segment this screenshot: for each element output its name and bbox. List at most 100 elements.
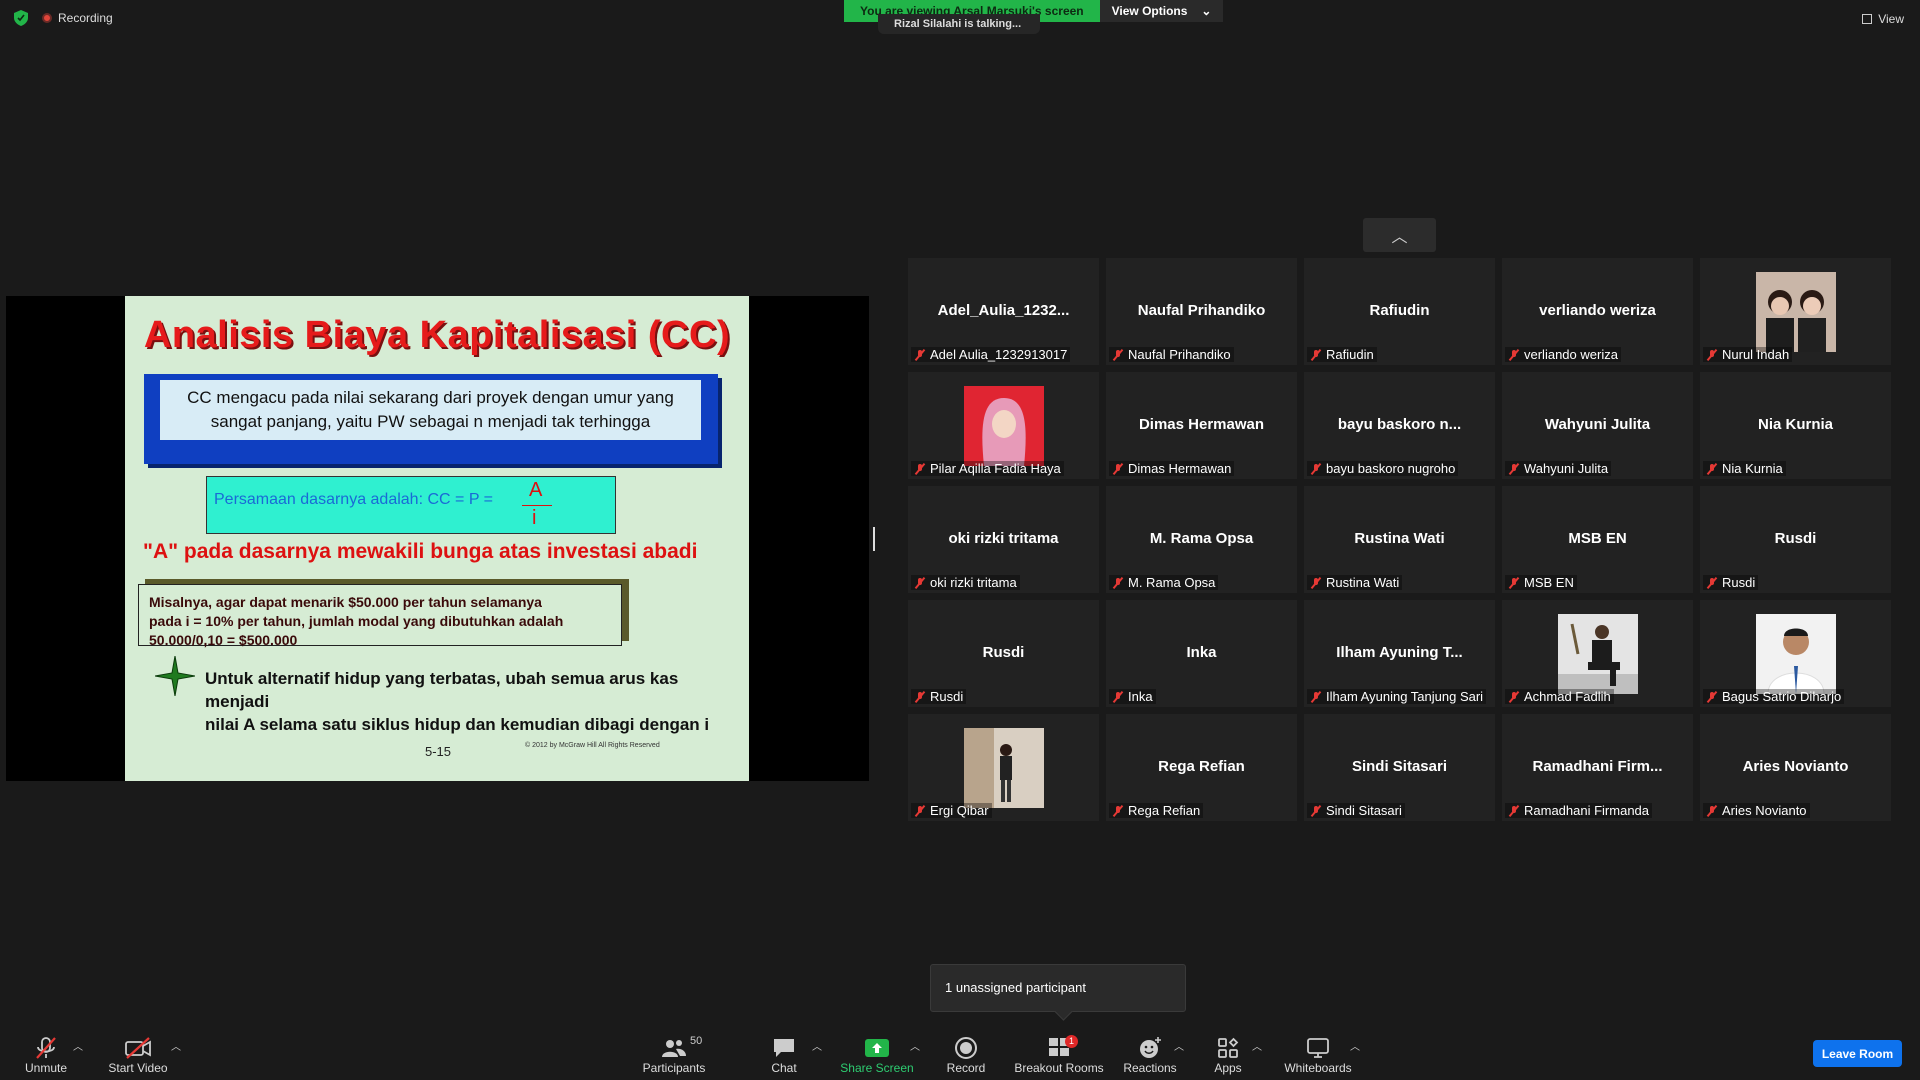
- participant-tile[interactable]: Ergi Qibar: [908, 714, 1099, 821]
- definition-line-2: sangat panjang, yaitu PW sebagai n menja…: [210, 412, 651, 431]
- participant-tile[interactable]: Nia Kurnia Nia Kurnia: [1700, 372, 1891, 479]
- chat-button[interactable]: Chat: [762, 1035, 806, 1075]
- top-left-status: Recording: [14, 10, 113, 26]
- share-options-caret[interactable]: ︿: [910, 1038, 920, 1053]
- share-screen-button[interactable]: Share Screen: [840, 1035, 914, 1075]
- breakout-rooms-button[interactable]: 1 Breakout Rooms: [1014, 1034, 1104, 1075]
- apps-button[interactable]: Apps: [1208, 1035, 1248, 1075]
- apps-options-caret[interactable]: ︿: [1252, 1038, 1262, 1053]
- participant-avatar: [1557, 614, 1638, 694]
- participant-gallery: Adel_Aulia_1232... Adel Aulia_1232913017 N…: [908, 258, 1894, 821]
- collapse-gallery-button[interactable]: ︿: [1363, 218, 1436, 252]
- record-label: Record: [946, 1061, 986, 1075]
- presentation-slide: Analisis Biaya Kapitalisasi (CC) CC meng…: [125, 296, 749, 781]
- participant-tile[interactable]: Rustina Wati Rustina Wati: [1304, 486, 1495, 593]
- chat-icon: [762, 1035, 806, 1061]
- participant-name: Aries Novianto: [1722, 803, 1807, 818]
- participant-name-label: Nurul Indah: [1703, 347, 1793, 362]
- recording-indicator[interactable]: Recording: [42, 11, 113, 25]
- participant-name: Bagus Satrio Diharjo: [1722, 689, 1842, 704]
- fraction-line: [522, 505, 552, 506]
- apps-label: Apps: [1214, 1061, 1242, 1075]
- resize-handle[interactable]: [873, 527, 875, 551]
- participant-tile[interactable]: Sindi Sitasari Sindi Sitasari: [1304, 714, 1495, 821]
- participant-tile[interactable]: Bagus Satrio Diharjo: [1700, 600, 1891, 707]
- participant-tile[interactable]: Dimas Hermawan Dimas Hermawan: [1106, 372, 1297, 479]
- participant-tile[interactable]: MSB EN MSB EN: [1502, 486, 1693, 593]
- participant-name-label: Ergi Qibar: [911, 803, 992, 818]
- participant-display-name: Rega Refian: [1158, 758, 1245, 775]
- participant-name: Achmad Fadlih: [1524, 689, 1611, 704]
- participant-name: verliando weriza: [1524, 347, 1618, 362]
- participant-tile[interactable]: Inka Inka: [1106, 600, 1297, 707]
- participant-display-name: bayu baskoro n...: [1337, 416, 1462, 433]
- breakout-rooms-label: Breakout Rooms: [1014, 1061, 1104, 1075]
- participant-tile[interactable]: Nurul Indah: [1700, 258, 1891, 365]
- participant-name-label: Rafiudin: [1307, 347, 1377, 362]
- shield-icon[interactable]: [14, 10, 28, 26]
- participant-name: Wahyuni Julita: [1524, 461, 1609, 476]
- participant-tile[interactable]: Rafiudin Rafiudin: [1304, 258, 1495, 365]
- participant-name: Naufal Prihandiko: [1128, 347, 1231, 362]
- participant-tile[interactable]: M. Rama Opsa M. Rama Opsa: [1106, 486, 1297, 593]
- participant-name: Inka: [1128, 689, 1153, 704]
- leave-room-button[interactable]: Leave Room: [1813, 1040, 1902, 1067]
- participant-tile[interactable]: Rega Refian Rega Refian: [1106, 714, 1297, 821]
- muted-mic-icon: [1706, 691, 1718, 703]
- participant-display-name: Rusdi: [1774, 530, 1817, 547]
- slide-number: 5-15: [425, 744, 452, 759]
- participant-name-label: Adel Aulia_1232913017: [911, 347, 1071, 362]
- unmute-button[interactable]: Unmute: [20, 1035, 72, 1075]
- view-options-button[interactable]: View Options ⌄: [1099, 0, 1224, 22]
- muted-mic-icon: [1508, 577, 1520, 589]
- participant-name-label: Nia Kurnia: [1703, 461, 1786, 476]
- participant-tile[interactable]: Naufal Prihandiko Naufal Prihandiko: [1106, 258, 1297, 365]
- participant-name: Rustina Wati: [1326, 575, 1400, 590]
- participant-display-name: verliando weriza: [1539, 302, 1656, 319]
- view-options-label: View Options: [1111, 4, 1188, 18]
- reactions-button[interactable]: Reactions: [1122, 1035, 1178, 1075]
- video-off-icon: [106, 1035, 170, 1061]
- muted-mic-icon: [1706, 349, 1718, 361]
- chevron-down-icon: ⌄: [1201, 4, 1212, 18]
- example-line-2: pada i = 10% per tahun, jumlah modal yan…: [149, 613, 564, 648]
- participant-tile[interactable]: verliando weriza verliando weriza: [1502, 258, 1693, 365]
- audio-options-caret[interactable]: ︿: [73, 1038, 83, 1053]
- participant-name-label: verliando weriza: [1505, 347, 1621, 362]
- participant-tile[interactable]: bayu baskoro n... bayu baskoro nugroho: [1304, 372, 1495, 479]
- start-video-button[interactable]: Start Video: [106, 1035, 170, 1075]
- participant-display-name: Wahyuni Julita: [1544, 416, 1651, 433]
- view-button[interactable]: View: [1862, 12, 1904, 26]
- participant-tile[interactable]: Achmad Fadlih: [1502, 600, 1693, 707]
- reactions-options-caret[interactable]: ︿: [1174, 1038, 1184, 1053]
- muted-mic-icon: [1706, 463, 1718, 475]
- participant-tile[interactable]: oki rizki tritama oki rizki tritama: [908, 486, 1099, 593]
- participant-tile[interactable]: Adel_Aulia_1232... Adel Aulia_1232913017: [908, 258, 1099, 365]
- participant-tile[interactable]: Pilar Aqilla Fadia Haya: [908, 372, 1099, 479]
- participants-button[interactable]: 50 Participants: [642, 1035, 706, 1075]
- participant-tile[interactable]: Aries Novianto Aries Novianto: [1700, 714, 1891, 821]
- participant-display-name: Rusdi: [982, 644, 1025, 661]
- participant-name-label: Rega Refian: [1109, 803, 1204, 818]
- muted-mic-icon: [20, 1035, 72, 1061]
- participant-name-label: Rusdi: [911, 689, 967, 704]
- record-icon: [944, 1035, 988, 1061]
- muted-mic-icon: [1112, 577, 1124, 589]
- reactions-icon: [1122, 1035, 1178, 1061]
- participant-name: Ergi Qibar: [930, 803, 989, 818]
- participant-tile[interactable]: Ramadhani Firm... Ramadhani Firmanda: [1502, 714, 1693, 821]
- participant-tile[interactable]: Wahyuni Julita Wahyuni Julita: [1502, 372, 1693, 479]
- muted-mic-icon: [1706, 577, 1718, 589]
- participant-tile[interactable]: Rusdi Rusdi: [1700, 486, 1891, 593]
- share-screen-icon: [840, 1035, 914, 1061]
- participant-name-label: bayu baskoro nugroho: [1307, 461, 1459, 476]
- participant-tile[interactable]: Rusdi Rusdi: [908, 600, 1099, 707]
- whiteboards-button[interactable]: Whiteboards: [1282, 1035, 1354, 1075]
- video-options-caret[interactable]: ︿: [171, 1038, 181, 1053]
- record-button[interactable]: Record: [944, 1035, 988, 1075]
- chat-options-caret[interactable]: ︿: [812, 1038, 822, 1053]
- whiteboards-options-caret[interactable]: ︿: [1350, 1038, 1360, 1053]
- participant-tile[interactable]: Ilham Ayuning T... Ilham Ayuning Tanjung …: [1304, 600, 1495, 707]
- participants-icon: 50: [642, 1035, 706, 1061]
- equation-box: Persamaan dasarnya adalah: CC = P = A i: [206, 476, 616, 534]
